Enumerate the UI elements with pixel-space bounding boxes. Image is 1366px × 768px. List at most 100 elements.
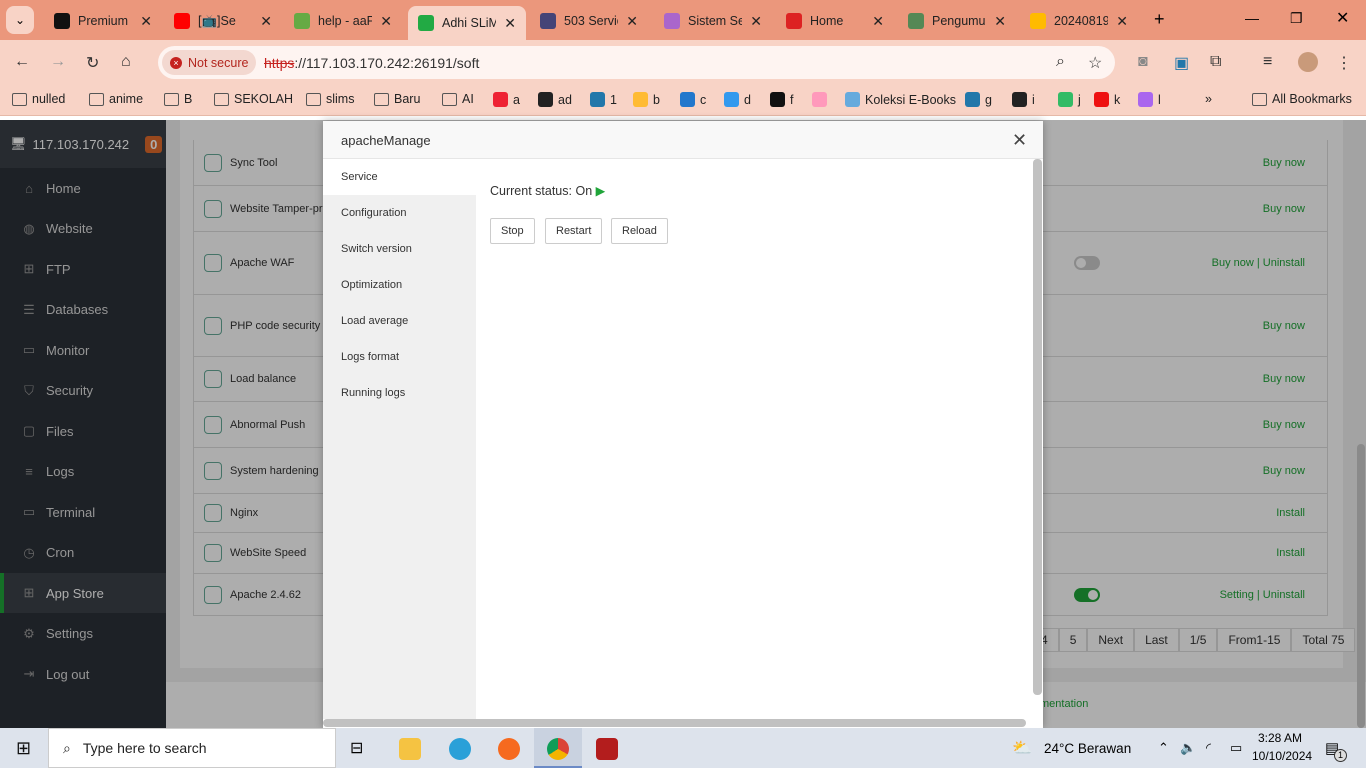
not-secure-chip[interactable]: × Not secure [162, 50, 256, 75]
browser-tab[interactable]: help - aaP ✕ [284, 8, 402, 34]
zoom-icon[interactable]: ⌕ [1056, 53, 1065, 71]
dialog-nav-item[interactable]: Load average [323, 303, 476, 339]
dialog-nav-item[interactable]: Optimization [323, 267, 476, 303]
url-rest: ://117.103.170.242:26191/soft [294, 55, 480, 71]
reload-icon[interactable]: ↻ [86, 53, 99, 73]
windows-start-icon[interactable]: ⊞ [16, 738, 31, 759]
new-tab-button[interactable]: + [1154, 9, 1165, 30]
browser-tab[interactable]: Pengumu ✕ [898, 8, 1016, 34]
browser-tab[interactable]: Adhi SLiM ✕ [408, 6, 526, 40]
more-bookmarks[interactable]: » [1205, 92, 1212, 106]
tab-label: Sistem Se [688, 14, 743, 28]
bookmark-item[interactable]: 1 [590, 92, 617, 107]
bookmark-item[interactable]: Koleksi E-Books [845, 92, 956, 107]
bookmark-item[interactable]: l [1138, 92, 1161, 107]
restart-button[interactable]: Restart [545, 218, 603, 244]
bookmark-item[interactable]: i [1012, 92, 1035, 107]
clock-time[interactable]: 3:28 AM [1258, 731, 1302, 745]
tray-chevron-icon[interactable]: ⌃ [1158, 740, 1169, 756]
bookmark-item[interactable]: SEKOLAH [214, 92, 293, 106]
cast-icon[interactable]: ▣ [1174, 53, 1189, 73]
taskbar-search[interactable]: ⌕ Type here to search [48, 728, 336, 768]
stop-button[interactable]: Stop [490, 218, 535, 244]
bookmark-item[interactable]: d [724, 92, 751, 107]
weather-text[interactable]: 24°C Berawan [1044, 741, 1131, 756]
menu-icon[interactable]: ⋮ [1336, 53, 1352, 73]
url-text[interactable]: https://117.103.170.242:26191/soft [264, 55, 479, 71]
minimize-button[interactable]: — [1245, 10, 1259, 26]
page-scrollbar[interactable] [1357, 444, 1365, 728]
wifi-icon[interactable]: ◜ [1206, 740, 1211, 756]
folder-icon [214, 92, 229, 106]
restore-button[interactable]: ❐ [1290, 10, 1303, 27]
browser-tab[interactable]: 20240819 ✕ [1020, 8, 1138, 34]
bookmark-item[interactable]: anime [89, 92, 143, 106]
chrome-icon[interactable] [547, 738, 569, 760]
tab-close-icon[interactable]: ✕ [260, 13, 272, 30]
bookmark-item[interactable]: B [164, 92, 192, 106]
tab-close-icon[interactable]: ✕ [1116, 13, 1128, 30]
bookmark-item[interactable]: j [1058, 92, 1081, 107]
browser-tab[interactable]: Home ✕ [776, 8, 894, 34]
dialog-nav-item[interactable]: Configuration [323, 195, 476, 231]
bookmark-favicon-icon [590, 92, 605, 107]
bookmark-item[interactable]: f [770, 92, 793, 107]
reload-button[interactable]: Reload [611, 218, 668, 244]
tab-close-icon[interactable]: ✕ [750, 13, 762, 30]
forward-icon[interactable]: → [50, 53, 66, 71]
close-window-button[interactable]: ✕ [1336, 8, 1349, 28]
volume-icon[interactable]: 🔈 [1180, 740, 1196, 756]
bookmark-star-icon[interactable]: ☆ [1088, 53, 1102, 73]
bookmark-item[interactable]: b [633, 92, 660, 107]
tab-favicon-icon [1030, 13, 1046, 29]
camera-icon[interactable]: ◙ [1138, 53, 1148, 71]
telegram-icon[interactable] [449, 738, 471, 760]
firefox-icon[interactable] [498, 738, 520, 760]
bookmark-label: c [700, 92, 707, 107]
tab-close-icon[interactable]: ✕ [626, 13, 638, 30]
warning-icon: × [170, 56, 182, 69]
bookmark-item[interactable]: Baru [374, 92, 420, 106]
bookmark-item[interactable]: AI [442, 92, 474, 106]
tab-close-icon[interactable]: ✕ [872, 13, 884, 30]
browser-tab[interactable]: 503 Servic ✕ [530, 8, 648, 34]
browser-tab[interactable]: Premium ✕ [44, 8, 162, 34]
bookmark-item[interactable]: a [493, 92, 520, 107]
battery-icon[interactable]: ▭ [1230, 740, 1242, 756]
tab-close-icon[interactable]: ✕ [504, 15, 516, 32]
bookmark-item[interactable]: g [965, 92, 992, 107]
tab-favicon-icon [418, 15, 434, 31]
bookmark-label: l [1158, 92, 1161, 107]
bookmark-item[interactable]: ad [538, 92, 572, 107]
close-icon[interactable]: ✕ [1012, 130, 1027, 151]
file-explorer-icon[interactable] [399, 738, 421, 760]
browser-tab[interactable]: Sistem Se ✕ [654, 8, 772, 34]
bookmark-item[interactable]: nulled [12, 92, 65, 106]
bookmark-item[interactable]: k [1094, 92, 1120, 107]
tab-label: 503 Servic [564, 14, 619, 28]
clock-date[interactable]: 10/10/2024 [1252, 749, 1312, 763]
dialog-nav-item[interactable]: Switch version [323, 231, 476, 267]
media-icon[interactable]: ≡ [1263, 53, 1272, 71]
profile-avatar[interactable] [1298, 52, 1318, 72]
bookmark-item[interactable] [812, 92, 832, 107]
bookmark-item[interactable]: slims [306, 92, 354, 106]
tab-close-icon[interactable]: ✕ [380, 13, 392, 30]
back-icon[interactable]: ← [14, 53, 30, 71]
dialog-vertical-scrollbar[interactable] [1033, 159, 1042, 695]
bookmark-item[interactable]: c [680, 92, 706, 107]
extensions-icon[interactable]: ⧉ [1210, 53, 1221, 71]
task-view-icon[interactable]: ⊟ [350, 738, 363, 758]
all-bookmarks[interactable]: All Bookmarks [1252, 92, 1352, 106]
tab-search-button[interactable]: ⌄ [6, 6, 34, 34]
dialog-nav-item[interactable]: Service [323, 159, 476, 195]
home-icon[interactable]: ⌂ [121, 53, 131, 71]
dialog-horizontal-scrollbar[interactable] [323, 719, 1026, 727]
tab-close-icon[interactable]: ✕ [140, 13, 152, 30]
browser-tab[interactable]: [📺]Se ✕ [164, 8, 282, 34]
dialog-nav-item[interactable]: Running logs [323, 375, 476, 411]
tab-close-icon[interactable]: ✕ [994, 13, 1006, 30]
bookmark-favicon-icon [1094, 92, 1109, 107]
dialog-nav-item[interactable]: Logs format [323, 339, 476, 375]
filezilla-icon[interactable] [596, 738, 618, 760]
